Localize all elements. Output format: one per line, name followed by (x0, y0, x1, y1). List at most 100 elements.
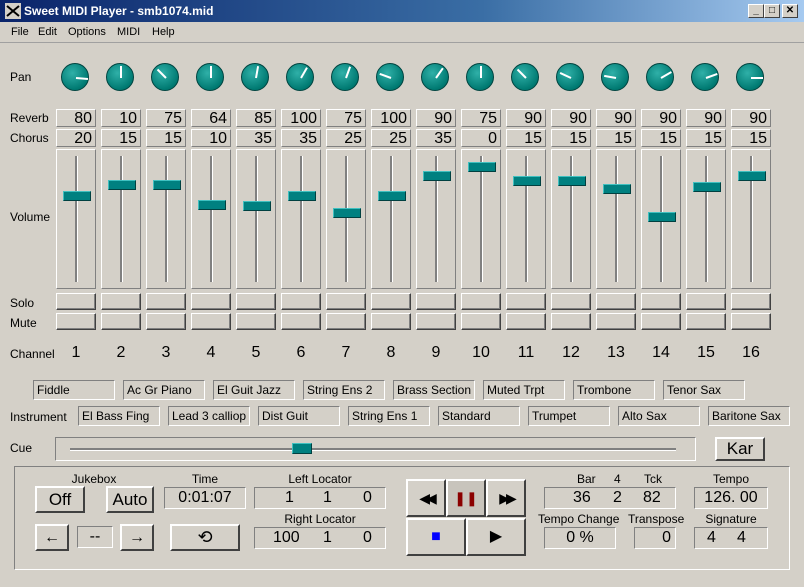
chorus-value[interactable]: 35 (416, 129, 456, 147)
volume-thumb[interactable] (378, 191, 406, 201)
pan-knob[interactable] (421, 63, 449, 91)
volume-fader[interactable] (281, 149, 321, 289)
solo-button[interactable] (551, 293, 591, 310)
volume-fader[interactable] (191, 149, 231, 289)
chorus-value[interactable]: 15 (641, 129, 681, 147)
pan-knob[interactable] (646, 63, 674, 91)
volume-fader[interactable] (551, 149, 591, 289)
maximize-button[interactable]: □ (764, 4, 780, 18)
volume-fader[interactable] (236, 149, 276, 289)
solo-button[interactable] (326, 293, 366, 310)
rewind-button[interactable]: ◀◀ (406, 479, 446, 517)
instrument-field[interactable]: Alto Sax (618, 406, 700, 426)
pan-knob[interactable] (691, 63, 719, 91)
volume-fader[interactable] (371, 149, 411, 289)
instrument-field[interactable]: Tenor Sax (663, 380, 745, 400)
volume-thumb[interactable] (738, 171, 766, 181)
pause-button[interactable]: ❚❚ (446, 479, 486, 517)
jukebox-next-button[interactable]: → (120, 524, 154, 551)
volume-thumb[interactable] (108, 180, 136, 190)
volume-thumb[interactable] (558, 176, 586, 186)
chorus-value[interactable]: 0 (461, 129, 501, 147)
instrument-field[interactable]: Lead 3 calliop (168, 406, 250, 426)
reverb-value[interactable]: 64 (191, 109, 231, 127)
instrument-field[interactable]: Muted Trpt (483, 380, 565, 400)
chorus-value[interactable]: 35 (281, 129, 321, 147)
jukebox-prev-button[interactable]: ← (35, 524, 69, 551)
reverb-value[interactable]: 75 (461, 109, 501, 127)
instrument-field[interactable]: Dist Guit (258, 406, 340, 426)
chorus-value[interactable]: 15 (551, 129, 591, 147)
forward-button[interactable]: ▶▶ (486, 479, 526, 517)
volume-thumb[interactable] (468, 162, 496, 172)
volume-fader[interactable] (641, 149, 681, 289)
pan-knob[interactable] (511, 63, 539, 91)
volume-thumb[interactable] (198, 200, 226, 210)
volume-thumb[interactable] (288, 191, 316, 201)
instrument-field[interactable]: Baritone Sax (708, 406, 790, 426)
reverb-value[interactable]: 90 (686, 109, 726, 127)
solo-button[interactable] (191, 293, 231, 310)
chorus-value[interactable]: 15 (596, 129, 636, 147)
volume-thumb[interactable] (513, 176, 541, 186)
instrument-field[interactable]: Trumpet (528, 406, 610, 426)
volume-thumb[interactable] (693, 182, 721, 192)
tempo-change-field[interactable]: 0 % (544, 527, 616, 549)
karaoke-button[interactable]: Kar (715, 437, 765, 461)
right-locator-field[interactable]: 100 1 0 (254, 527, 386, 549)
menu-edit[interactable]: Edit (38, 26, 57, 38)
reverb-value[interactable]: 75 (326, 109, 366, 127)
instrument-field[interactable]: String Ens 2 (303, 380, 385, 400)
instrument-field[interactable]: Brass Section (393, 380, 475, 400)
reverb-value[interactable]: 100 (281, 109, 321, 127)
pan-knob[interactable] (241, 63, 269, 91)
instrument-field[interactable]: El Guit Jazz (213, 380, 295, 400)
chorus-value[interactable]: 35 (236, 129, 276, 147)
reverb-value[interactable]: 90 (551, 109, 591, 127)
reverb-value[interactable]: 90 (416, 109, 456, 127)
solo-button[interactable] (596, 293, 636, 310)
jukebox-off-button[interactable]: Off (35, 486, 85, 513)
menu-midi[interactable]: MIDI (117, 26, 140, 38)
pan-knob[interactable] (106, 63, 134, 91)
solo-button[interactable] (641, 293, 681, 310)
mute-button[interactable] (416, 313, 456, 330)
solo-button[interactable] (416, 293, 456, 310)
reverb-value[interactable]: 10 (101, 109, 141, 127)
chorus-value[interactable]: 20 (56, 129, 96, 147)
solo-button[interactable] (56, 293, 96, 310)
menu-options[interactable]: Options (68, 26, 106, 38)
solo-button[interactable] (236, 293, 276, 310)
volume-fader[interactable] (506, 149, 546, 289)
reverb-value[interactable]: 80 (56, 109, 96, 127)
mute-button[interactable] (281, 313, 321, 330)
volume-fader[interactable] (686, 149, 726, 289)
chorus-value[interactable]: 15 (146, 129, 186, 147)
mute-button[interactable] (551, 313, 591, 330)
mute-button[interactable] (371, 313, 411, 330)
pan-knob[interactable] (196, 63, 224, 91)
signature-field[interactable]: 4 4 (694, 527, 768, 549)
volume-fader[interactable] (416, 149, 456, 289)
volume-thumb[interactable] (63, 191, 91, 201)
pan-knob[interactable] (376, 63, 404, 91)
transpose-field[interactable]: 0 (634, 527, 676, 549)
chorus-value[interactable]: 10 (191, 129, 231, 147)
mute-button[interactable] (236, 313, 276, 330)
reverb-value[interactable]: 90 (641, 109, 681, 127)
volume-thumb[interactable] (153, 180, 181, 190)
minimize-button[interactable]: _ (748, 4, 764, 18)
solo-button[interactable] (281, 293, 321, 310)
instrument-field[interactable]: El Bass Fing (78, 406, 160, 426)
cue-thumb[interactable] (292, 443, 312, 454)
mute-button[interactable] (146, 313, 186, 330)
reverb-value[interactable]: 90 (731, 109, 771, 127)
reverb-value[interactable]: 90 (596, 109, 636, 127)
reverb-value[interactable]: 90 (506, 109, 546, 127)
volume-thumb[interactable] (423, 171, 451, 181)
instrument-field[interactable]: Ac Gr Piano (123, 380, 205, 400)
instrument-field[interactable]: Fiddle (33, 380, 115, 400)
reverb-value[interactable]: 75 (146, 109, 186, 127)
chorus-value[interactable]: 15 (101, 129, 141, 147)
volume-fader[interactable] (461, 149, 501, 289)
